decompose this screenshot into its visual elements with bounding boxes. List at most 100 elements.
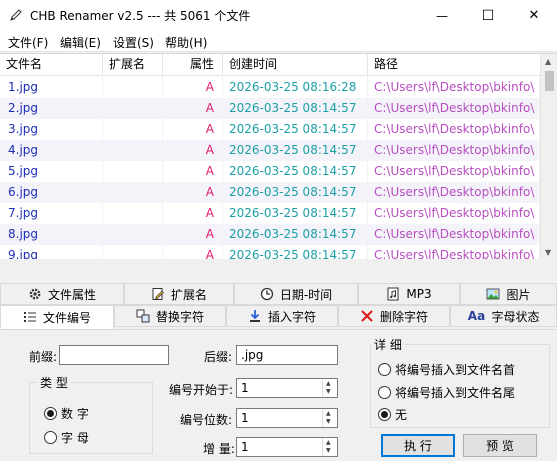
cell-extension (103, 77, 163, 98)
increment-value: 1 (241, 440, 249, 454)
tab-mp3[interactable]: MP3 (358, 283, 460, 305)
table-row[interactable]: 4.jpg A 2026-03-25 08:14:57 C:\Users\lf\Des… (0, 140, 540, 161)
file-list[interactable]: 文件名 扩展名 属性 创建时间 路径 1.jpg A 2026-03-25 08:1… (0, 53, 557, 259)
tab-letter-case[interactable]: Aa 字母状态 (450, 305, 557, 327)
cell-path: C:\Users\lf\Desktop\bkinfo\ (368, 224, 540, 245)
scroll-thumb[interactable] (545, 71, 554, 91)
cell-path: C:\Users\lf\Desktop\bkinfo\ (368, 119, 540, 140)
window-title: CHB Renamer v2.5 --- 共 5061 个文件 (30, 9, 251, 23)
prefix-label: 前缀: (29, 350, 58, 364)
stepper-buttons[interactable]: ▲ ▼ (322, 438, 337, 456)
suffix-label: 后缀: (204, 350, 233, 364)
cell-path: C:\Users\lf\Desktop\bkinfo\ (368, 77, 540, 98)
radio-insert-end[interactable]: 将编号插入到文件名尾 (378, 384, 515, 401)
maximize-button[interactable]: ☐ (465, 0, 511, 31)
suffix-input[interactable]: .jpg (236, 345, 338, 365)
column-header-attr[interactable]: 属性 (163, 54, 223, 76)
list-vertical-scrollbar[interactable]: ▲ ▼ (540, 54, 557, 259)
table-row[interactable]: 7.jpg A 2026-03-25 08:14:57 C:\Users\lf\Des… (0, 203, 540, 224)
cell-created-time: 2026-03-25 08:16:28 (223, 77, 368, 98)
tab-label: 扩展名 (170, 287, 207, 302)
table-row[interactable]: 2.jpg A 2026-03-25 08:14:57 C:\Users\lf\Des… (0, 98, 540, 119)
close-button[interactable]: ✕ (511, 0, 557, 31)
list-header: 文件名 扩展名 属性 创建时间 路径 (0, 54, 540, 76)
digits-stepper[interactable]: 1 ▲ ▼ (236, 408, 338, 428)
cell-attribute: A (163, 245, 223, 259)
chevron-up-icon[interactable]: ▲ (326, 380, 331, 387)
type-group: 类 型 数 字 字 母 (29, 374, 153, 454)
cell-extension (103, 182, 163, 203)
column-header-created[interactable]: 创建时间 (223, 54, 368, 76)
tab-pictures[interactable]: 图片 (460, 283, 557, 305)
tab-label: 图片 (506, 287, 531, 302)
table-row[interactable]: 6.jpg A 2026-03-25 08:14:57 C:\Users\lf\Des… (0, 182, 540, 203)
tab-insert-chars[interactable]: 插入字符 (226, 305, 338, 327)
type-group-title: 类 型 (37, 374, 71, 391)
radio-number[interactable]: 数 字 (44, 405, 89, 422)
tab-label: 日期-时间 (279, 287, 333, 302)
stepper-buttons[interactable]: ▲ ▼ (322, 379, 337, 397)
cell-filename: 1.jpg (0, 77, 103, 98)
execute-button[interactable]: 执 行 (381, 434, 455, 457)
music-file-icon (386, 287, 400, 301)
letter-case-icon: Aa (467, 309, 486, 323)
table-row[interactable]: 8.jpg A 2026-03-25 08:14:57 C:\Users\lf\Des… (0, 224, 540, 245)
menu-file[interactable]: 文件(F) (8, 34, 48, 51)
cell-filename: 7.jpg (0, 203, 103, 224)
chevron-down-icon[interactable]: ▼ (326, 388, 331, 395)
radio-insert-start[interactable]: 将编号插入到文件名首 (378, 361, 515, 378)
preview-button[interactable]: 预 览 (463, 434, 537, 457)
tab-file-attributes[interactable]: 文件属性 (0, 283, 124, 305)
column-header-ext[interactable]: 扩展名 (103, 54, 163, 76)
radio-letter[interactable]: 字 母 (44, 429, 89, 446)
cell-path: C:\Users\lf\Desktop\bkinfo\ (368, 140, 540, 161)
table-row[interactable]: 5.jpg A 2026-03-25 08:14:57 C:\Users\lf\Des… (0, 161, 540, 182)
table-row[interactable]: 3.jpg A 2026-03-25 08:14:57 C:\Users\lf\Des… (0, 119, 540, 140)
cell-attribute: A (163, 224, 223, 245)
chevron-down-icon[interactable]: ▼ (326, 418, 331, 425)
minimize-button[interactable]: — (419, 0, 465, 31)
scroll-down-icon[interactable]: ▼ (545, 248, 551, 257)
chevron-up-icon[interactable]: ▲ (326, 410, 331, 417)
radio-dot (378, 408, 391, 421)
cell-path: C:\Users\lf\Desktop\bkinfo\ (368, 203, 540, 224)
cell-attribute: A (163, 140, 223, 161)
scroll-up-icon[interactable]: ▲ (545, 57, 551, 66)
tab-file-numbering[interactable]: 文件编号 (0, 305, 114, 329)
table-row[interactable]: 1.jpg A 2026-03-25 08:16:28 C:\Users\lf\Des… (0, 77, 540, 98)
cell-created-time: 2026-03-25 08:14:57 (223, 224, 368, 245)
cell-created-time: 2026-03-25 08:14:57 (223, 140, 368, 161)
cell-extension (103, 140, 163, 161)
menu-edit[interactable]: 编辑(E) (60, 34, 101, 51)
radio-none[interactable]: 无 (378, 406, 407, 423)
cell-path: C:\Users\lf\Desktop\bkinfo\ (368, 182, 540, 203)
table-row[interactable]: 9.jpg A 2026-03-25 08:14:57 C:\Users\lf\Des… (0, 245, 540, 259)
cell-attribute: A (163, 161, 223, 182)
chevron-down-icon[interactable]: ▼ (326, 447, 331, 454)
app-pen-icon (10, 9, 22, 21)
prefix-input[interactable] (59, 345, 169, 365)
chevron-up-icon[interactable]: ▲ (326, 439, 331, 446)
picture-icon (486, 287, 500, 301)
tab-label: 删除字符 (379, 309, 428, 324)
clock-icon (260, 287, 274, 301)
tab-extension[interactable]: 扩展名 (124, 283, 234, 305)
cell-created-time: 2026-03-25 08:14:57 (223, 161, 368, 182)
delete-x-icon (360, 309, 374, 323)
increment-stepper[interactable]: 1 ▲ ▼ (236, 437, 338, 457)
tab-delete-chars[interactable]: 删除字符 (338, 305, 450, 327)
menu-settings[interactable]: 设置(S) (113, 34, 154, 51)
cell-filename: 6.jpg (0, 182, 103, 203)
cell-attribute: A (163, 77, 223, 98)
tab-date-time[interactable]: 日期-时间 (234, 283, 358, 305)
cell-extension (103, 245, 163, 259)
start-stepper[interactable]: 1 ▲ ▼ (236, 378, 338, 398)
column-header-name[interactable]: 文件名 (0, 54, 103, 76)
tab-replace-chars[interactable]: 替换字符 (114, 305, 226, 327)
cell-path: C:\Users\lf\Desktop\bkinfo\ (368, 161, 540, 182)
stepper-buttons[interactable]: ▲ ▼ (322, 409, 337, 427)
column-header-path[interactable]: 路径 (368, 54, 540, 76)
title-bar: CHB Renamer v2.5 --- 共 5061 个文件 — ☐ ✕ (0, 0, 557, 31)
menu-help[interactable]: 帮助(H) (165, 34, 207, 51)
digits-label: 编号位数: (180, 413, 233, 427)
